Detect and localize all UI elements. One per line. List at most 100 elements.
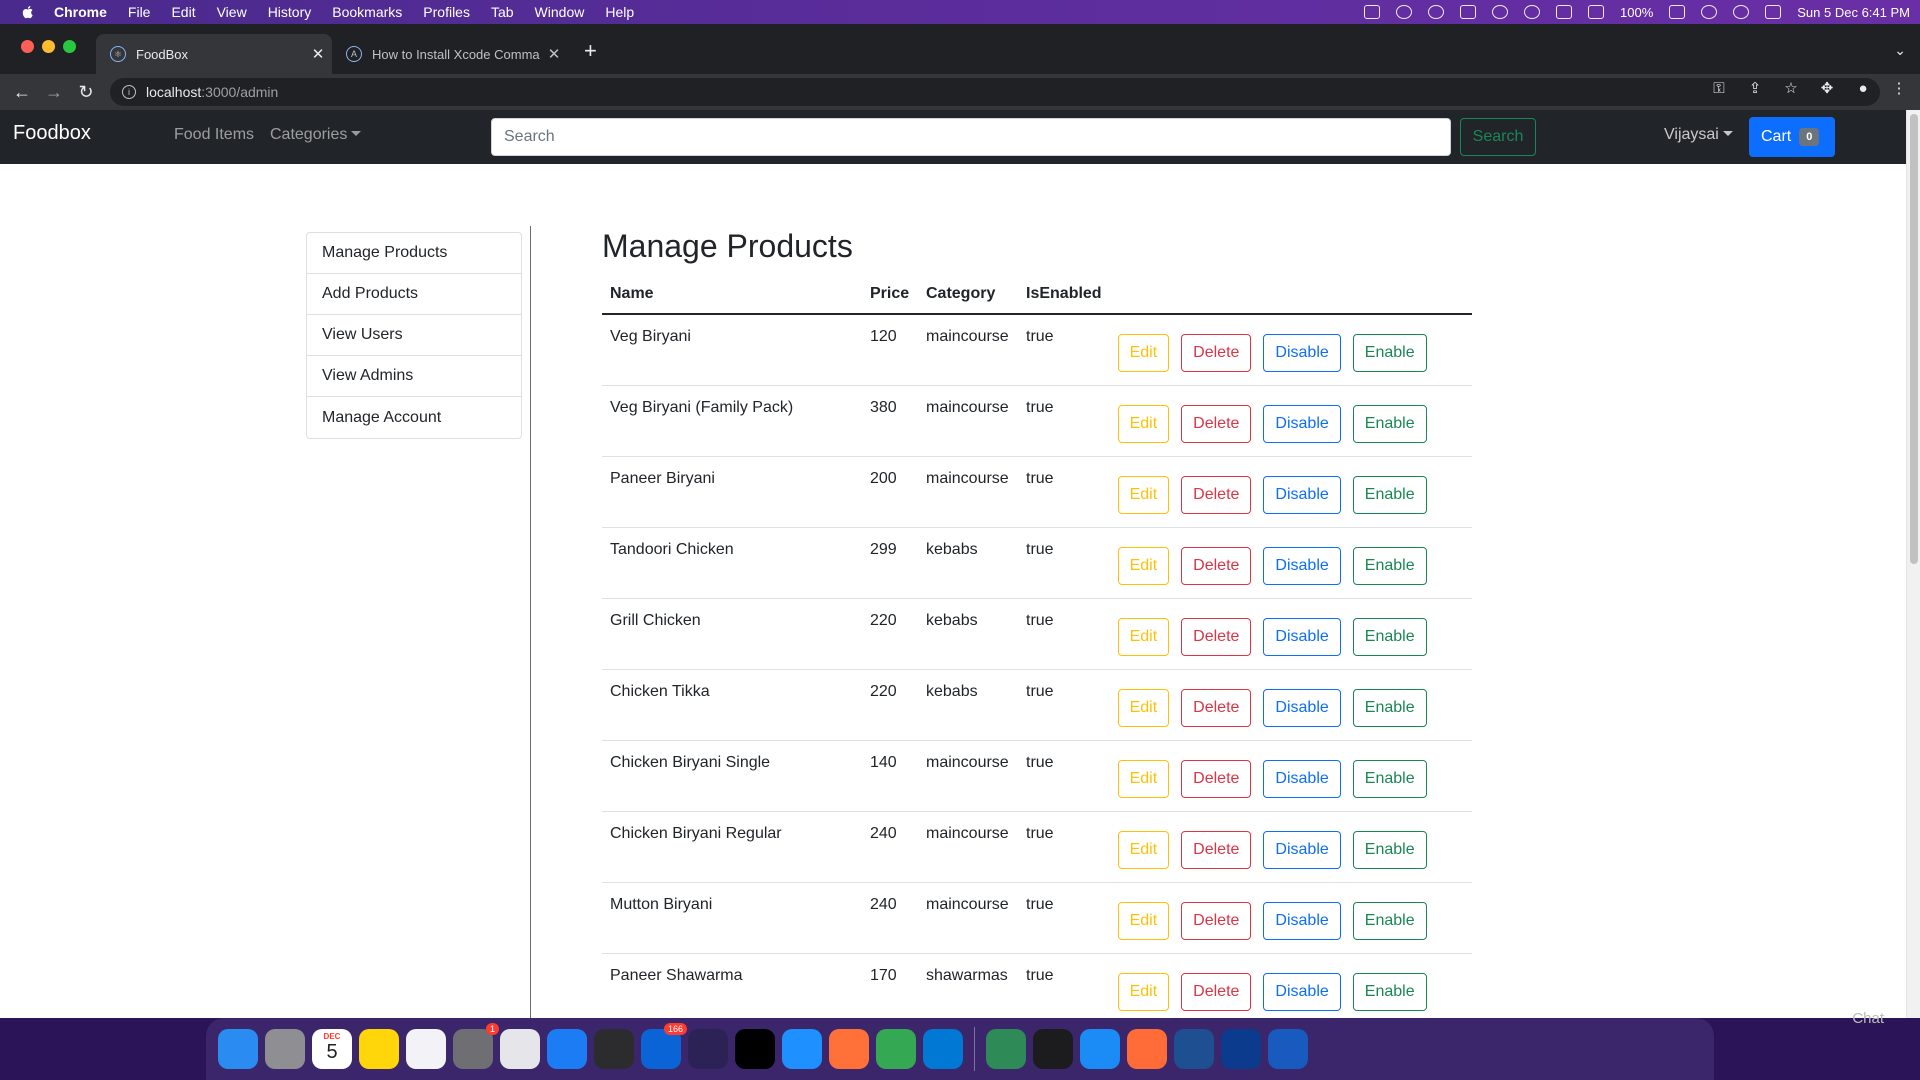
enable-button[interactable]: Enable [1352,546,1427,585]
enable-button[interactable]: Enable [1352,901,1427,940]
outlook-icon[interactable]: 166 [641,1023,687,1069]
sidebar-item-view-users[interactable]: View Users [307,315,521,356]
edit-button[interactable]: Edit [1117,830,1170,869]
vpn-icon[interactable] [1396,5,1413,19]
sidebar-item-view-admins[interactable]: View Admins [307,356,521,397]
forward-arrow-icon[interactable]: → [42,80,66,104]
edit-button[interactable]: Edit [1117,972,1170,1011]
sourcetree-icon[interactable] [986,1029,1026,1069]
app-store-icon[interactable] [1080,1029,1120,1069]
close-tab-icon[interactable]: ✕ [304,45,332,63]
battery-icon[interactable] [1669,5,1686,19]
apple-menu-icon[interactable] [20,4,36,20]
back-arrow-icon[interactable]: ← [10,80,34,104]
search-button[interactable]: Search [1460,118,1536,156]
chat-widget-label[interactable]: Chat [1852,1010,1884,1027]
xcode-icon[interactable] [547,1029,587,1069]
bookmark-star-icon[interactable]: ☆ [1782,80,1800,98]
delete-button[interactable]: Delete [1181,334,1252,372]
obs-icon[interactable] [594,1029,634,1069]
bluetooth-icon[interactable] [1556,5,1573,19]
enable-button[interactable]: Enable [1352,475,1427,514]
brand-logo-text[interactable]: Foodbox [13,122,91,145]
menu-edit[interactable]: Edit [171,4,195,20]
control-center-icon[interactable] [1765,5,1782,19]
wifi-icon[interactable] [1701,5,1718,19]
tab-foodbox[interactable]: ⚛ FoodBox ✕ [96,34,332,74]
edit-button[interactable]: Edit [1117,334,1170,372]
delete-button[interactable]: Delete [1181,617,1252,656]
disable-button[interactable]: Disable [1263,759,1341,798]
vscode-icon[interactable] [923,1029,963,1069]
sidebar-item-manage-products[interactable]: Manage Products [307,233,521,274]
display-icon[interactable] [1460,5,1477,19]
finder-icon[interactable] [218,1029,258,1069]
spotlight-search-icon[interactable] [1733,5,1750,19]
more-menu-icon[interactable]: ⋮ [1890,80,1908,98]
address-bar[interactable]: i localhost:3000/admin [110,78,1880,106]
profile-icon[interactable]: ● [1854,80,1872,98]
edit-button[interactable]: Edit [1117,404,1170,443]
menu-profiles[interactable]: Profiles [423,4,470,20]
menu-app-name[interactable]: Chrome [54,4,107,20]
safari-icon[interactable] [782,1029,822,1069]
page-scrollbar[interactable] [1906,110,1920,1018]
menu-help[interactable]: Help [605,4,634,20]
edit-button[interactable]: Edit [1117,759,1170,798]
delete-button[interactable]: Delete [1181,759,1252,798]
disable-button[interactable]: Disable [1263,617,1341,656]
cart-button[interactable]: Cart 0 [1749,117,1835,157]
extensions-puzzle-icon[interactable]: ✥ [1818,80,1836,98]
globe-icon[interactable] [1492,5,1509,19]
new-tab-icon[interactable]: + [584,40,597,62]
focus-icon[interactable] [1428,5,1445,19]
user-dropdown[interactable]: Vijaysai [1664,126,1733,144]
status-app-icon[interactable] [1364,5,1381,19]
disable-button[interactable]: Disable [1263,404,1341,443]
system-preferences-icon[interactable]: 1 [453,1023,499,1069]
delete-button[interactable]: Delete [1181,404,1252,443]
enable-button[interactable]: Enable [1352,972,1427,1011]
edit-button[interactable]: Edit [1117,475,1170,514]
nav-food-items[interactable]: Food Items [174,126,254,144]
edit-button[interactable]: Edit [1117,617,1170,656]
mysql-workbench-icon[interactable] [1174,1029,1214,1069]
launchpad-icon[interactable] [265,1029,305,1069]
reload-icon[interactable]: ↻ [74,80,98,104]
menu-view[interactable]: View [217,4,247,20]
disable-button[interactable]: Disable [1263,972,1341,1011]
edit-button[interactable]: Edit [1117,688,1170,727]
disable-button[interactable]: Disable [1263,830,1341,869]
textedit-icon[interactable] [500,1029,540,1069]
volume-icon[interactable] [1588,5,1605,19]
menu-window[interactable]: Window [535,4,585,20]
enable-button[interactable]: Enable [1352,617,1427,656]
disable-button[interactable]: Disable [1263,901,1341,940]
disable-button[interactable]: Disable [1263,546,1341,585]
delete-button[interactable]: Delete [1181,475,1252,514]
password-key-icon[interactable]: ⚿ [1710,80,1728,98]
nav-categories-dropdown[interactable]: Categories [270,126,362,144]
word-icon[interactable] [1268,1029,1308,1069]
calendar-icon[interactable]: DEC 5 [312,1029,352,1069]
sidebar-item-manage-account[interactable]: Manage Account [307,397,521,438]
delete-button[interactable]: Delete [1181,972,1252,1011]
intellij-icon[interactable] [735,1029,775,1069]
firefox-icon[interactable] [829,1029,869,1069]
search-input[interactable] [491,118,1451,156]
tab-xcode-article[interactable]: A How to Install Xcode Command ✕ [332,34,568,74]
enable-button[interactable]: Enable [1352,404,1427,443]
close-window-button[interactable] [21,40,34,53]
delete-button[interactable]: Delete [1181,901,1252,940]
chrome-icon[interactable] [876,1029,916,1069]
minimize-window-button[interactable] [42,40,55,53]
zoom-window-button[interactable] [63,40,76,53]
scrollbar-thumb[interactable] [1910,114,1918,564]
site-info-icon[interactable]: i [122,85,136,99]
tab-search-chevron-icon[interactable]: ⌄ [1894,42,1906,59]
delete-button[interactable]: Delete [1181,546,1252,585]
menu-file[interactable]: File [128,4,151,20]
menu-clock[interactable]: Sun 5 Dec 6:41 PM [1797,5,1910,20]
share-icon[interactable]: ⇪ [1746,80,1764,98]
disable-button[interactable]: Disable [1263,475,1341,514]
